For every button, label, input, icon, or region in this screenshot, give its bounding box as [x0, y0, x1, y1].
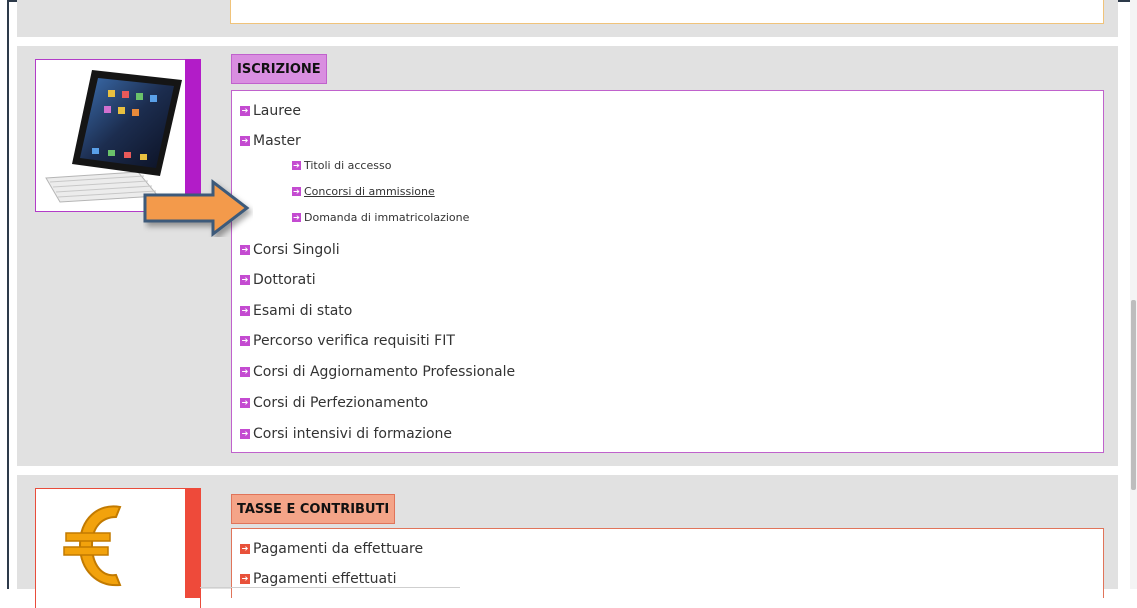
previous-section	[17, 0, 1118, 37]
previous-section-list	[230, 0, 1104, 24]
iscrizione-section: ISCRIZIONE Lauree Master Titoli di acces…	[17, 46, 1118, 466]
arrow-bullet-icon	[240, 106, 250, 116]
arrow-bullet-icon	[240, 574, 250, 584]
list-item-dottorati[interactable]: Dottorati	[240, 272, 316, 288]
iscrizione-title: ISCRIZIONE	[231, 54, 327, 84]
tasse-image	[35, 488, 201, 608]
iscrizione-list: Lauree Master Titoli di accesso Concorsi…	[231, 90, 1104, 453]
scrollbar-track[interactable]	[1130, 0, 1137, 589]
list-item-corsi-singoli[interactable]: Corsi Singoli	[240, 242, 340, 258]
arrow-bullet-icon	[240, 275, 250, 285]
sub-item-titoli-di-accesso[interactable]: Titoli di accesso	[292, 159, 391, 172]
arrow-bullet-icon	[292, 187, 301, 196]
arrow-bullet-icon	[240, 336, 250, 346]
list-item-perfezionamento[interactable]: Corsi di Perfezionamento	[240, 395, 428, 411]
arrow-bullet-icon	[240, 544, 250, 554]
arrow-bullet-icon	[292, 213, 301, 222]
list-item-pagamenti-effettuati[interactable]: Pagamenti effettuati	[240, 571, 397, 587]
list-item-lauree[interactable]: Lauree	[240, 103, 301, 119]
list-item-master[interactable]: Master	[240, 133, 301, 149]
list-item-esami-di-stato[interactable]: Esami di stato	[240, 303, 352, 319]
tasse-title: TASSE E CONTRIBUTI	[231, 494, 396, 524]
arrow-bullet-icon	[240, 429, 250, 439]
orange-arrow-icon	[143, 179, 250, 237]
sub-item-concorsi-di-ammissione[interactable]: Concorsi di ammissione	[292, 185, 435, 198]
arrow-bullet-icon	[240, 398, 250, 408]
list-item-pagamenti-da-effettuare[interactable]: Pagamenti da effettuare	[240, 541, 423, 557]
arrow-bullet-icon	[240, 367, 250, 377]
tasse-section: TASSE E CONTRIBUTI Pagamenti da effettua…	[17, 475, 1118, 608]
arrow-bullet-icon	[292, 161, 301, 170]
divider	[200, 587, 460, 588]
arrow-bullet-icon	[240, 306, 250, 316]
list-item-aggiornamento-professionale[interactable]: Corsi di Aggiornamento Professionale	[240, 364, 515, 380]
euro-icon	[63, 505, 122, 587]
sub-item-domanda-di-immatricolazione[interactable]: Domanda di immatricolazione	[292, 211, 469, 224]
list-item-percorso-fit[interactable]: Percorso verifica requisiti FIT	[240, 333, 455, 349]
tasse-accent-bar	[185, 488, 201, 598]
scrollbar-thumb[interactable]	[1131, 300, 1136, 490]
arrow-bullet-icon	[240, 136, 250, 146]
list-item-corsi-intensivi[interactable]: Corsi intensivi di formazione	[240, 426, 452, 442]
arrow-bullet-icon	[240, 245, 250, 255]
